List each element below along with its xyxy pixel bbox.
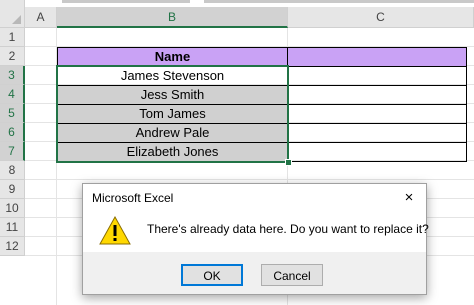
replace-data-dialog: Microsoft Excel × There's already data h… <box>82 183 429 295</box>
column-header-a[interactable]: A <box>25 7 57 28</box>
ok-button[interactable]: OK <box>181 264 243 286</box>
table-header-empty[interactable] <box>287 47 467 67</box>
row-header-6[interactable]: 6 <box>0 123 25 142</box>
cancel-button[interactable]: Cancel <box>261 264 323 286</box>
dialog-message: There's already data here. Do you want t… <box>147 222 429 236</box>
dialog-titlebar[interactable]: Microsoft Excel × <box>83 184 426 212</box>
row-header-4[interactable]: 4 <box>0 85 25 104</box>
fill-handle[interactable] <box>285 159 292 166</box>
dialog-body: There's already data here. Do you want t… <box>83 212 429 252</box>
row-header-3[interactable]: 3 <box>0 66 25 85</box>
row-header-9[interactable]: 9 <box>0 180 25 199</box>
empty-cell[interactable] <box>287 142 467 162</box>
empty-cell[interactable] <box>287 66 467 86</box>
name-cell[interactable]: Elizabeth Jones <box>57 142 288 162</box>
name-cell[interactable]: Andrew Pale <box>57 123 288 143</box>
select-all-triangle-icon <box>12 15 21 24</box>
formula-bar-edge <box>204 0 474 3</box>
row-header-10[interactable]: 10 <box>0 199 25 218</box>
row-header-8[interactable]: 8 <box>0 161 25 180</box>
name-cell[interactable]: James Stevenson <box>57 66 288 86</box>
gridline <box>25 179 474 180</box>
name-cell[interactable]: Tom James <box>57 104 288 124</box>
name-cell[interactable]: Jess Smith <box>57 85 288 105</box>
warning-icon <box>99 216 131 245</box>
empty-cell[interactable] <box>287 104 467 124</box>
select-all-corner[interactable] <box>0 0 25 28</box>
dialog-button-row: OK Cancel <box>83 252 426 294</box>
row-header-7[interactable]: 7 <box>0 142 25 161</box>
row-header-11[interactable]: 11 <box>0 218 25 237</box>
row-header-2[interactable]: 2 <box>0 47 25 66</box>
dialog-title: Microsoft Excel <box>92 191 174 205</box>
row-header-1[interactable]: 1 <box>0 28 25 47</box>
table-header-name[interactable]: Name <box>57 47 288 67</box>
row-header-12[interactable]: 12 <box>0 237 25 256</box>
formula-bar-edge <box>62 0 190 3</box>
close-icon[interactable]: × <box>398 187 420 209</box>
column-header-c[interactable]: C <box>288 7 474 28</box>
empty-cell[interactable] <box>287 123 467 143</box>
empty-cell[interactable] <box>287 85 467 105</box>
row-header-5[interactable]: 5 <box>0 104 25 123</box>
column-header-b[interactable]: B <box>57 7 288 28</box>
